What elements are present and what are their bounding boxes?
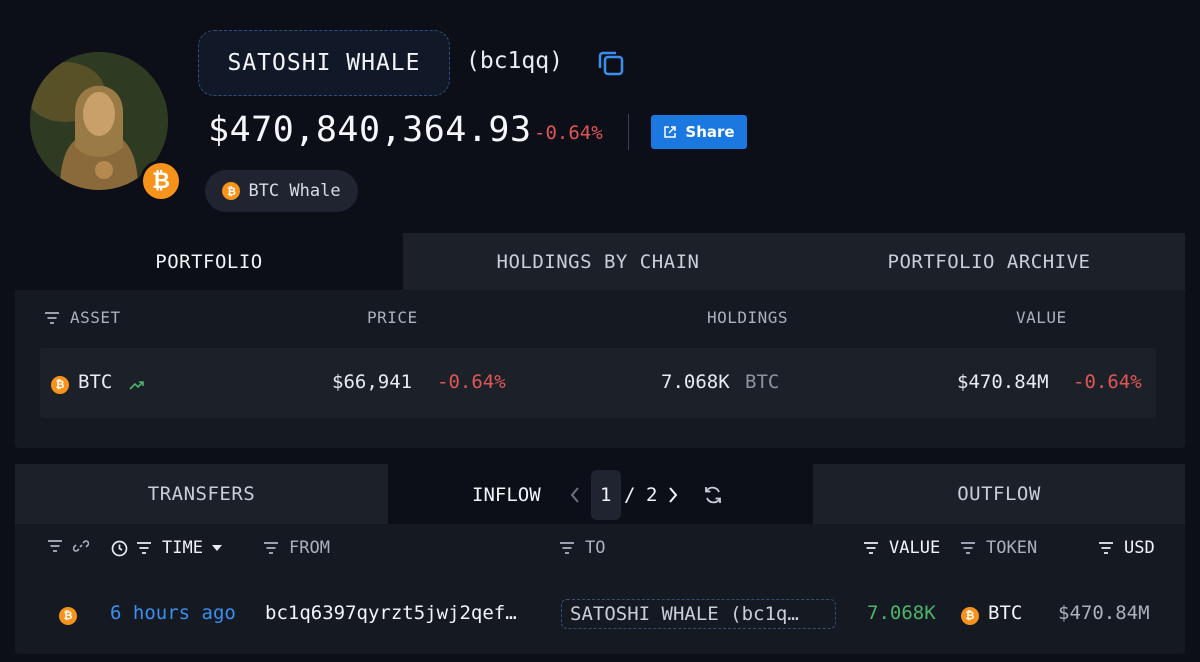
chevron-right-icon[interactable] bbox=[667, 486, 679, 508]
filter-icon bbox=[864, 542, 878, 554]
column-to[interactable]: TO bbox=[559, 538, 605, 558]
tab-holdings-by-chain[interactable]: HOLDINGS BY CHAIN bbox=[403, 233, 793, 290]
transfer-value: 7.068K bbox=[867, 602, 936, 624]
refresh-icon[interactable] bbox=[703, 485, 723, 509]
transfer-to[interactable]: SATOSHI WHALE (bc1q… bbox=[561, 599, 836, 629]
asset-price: $66,941 bbox=[332, 371, 413, 393]
link-icon bbox=[73, 540, 89, 552]
filter-icon bbox=[48, 540, 62, 552]
clock-icon bbox=[111, 540, 128, 556]
bitcoin-icon: ₿ bbox=[961, 604, 979, 625]
chevron-left-icon[interactable] bbox=[569, 486, 581, 508]
portfolio-tabs: PORTFOLIO HOLDINGS BY CHAIN PORTFOLIO AR… bbox=[15, 233, 1185, 290]
asset-holdings: 7.068K bbox=[661, 371, 730, 393]
page-separator: / bbox=[624, 484, 636, 506]
external-link-icon bbox=[664, 126, 677, 138]
asset-holdings-unit: BTC bbox=[745, 371, 780, 393]
column-to-label: TO bbox=[585, 538, 606, 558]
btc-row-icon: ₿ bbox=[51, 373, 69, 394]
page-total: 2 bbox=[646, 484, 658, 506]
transfer-token[interactable]: BTC bbox=[988, 602, 1022, 624]
transfer-chain-icon: ₿ bbox=[59, 604, 77, 625]
column-value-label: VALUE bbox=[889, 538, 941, 558]
tab-portfolio[interactable]: PORTFOLIO bbox=[15, 233, 403, 290]
tab-transfers[interactable]: TRANSFERS bbox=[15, 464, 388, 524]
entity-tag-label: BTC Whale bbox=[248, 181, 341, 201]
asset-value: $470.84M bbox=[957, 371, 1049, 393]
share-label: Share bbox=[685, 123, 735, 141]
bitcoin-badge-icon: ₿ bbox=[140, 160, 182, 202]
column-usd[interactable]: USD bbox=[1098, 538, 1155, 558]
column-time[interactable]: TIME bbox=[111, 538, 223, 558]
entity-name[interactable]: SATOSHI WHALE bbox=[198, 30, 450, 96]
entity-tag[interactable]: ₿ BTC Whale bbox=[205, 170, 358, 212]
column-holdings[interactable]: HOLDINGS bbox=[707, 308, 788, 327]
column-token-label: TOKEN bbox=[986, 538, 1038, 558]
transfer-time[interactable]: 6 hours ago bbox=[110, 602, 236, 624]
bitcoin-icon: ₿ bbox=[222, 182, 241, 200]
share-button[interactable]: Share bbox=[651, 115, 747, 149]
column-time-label: TIME bbox=[162, 538, 203, 558]
tab-portfolio-archive[interactable]: PORTFOLIO ARCHIVE bbox=[793, 233, 1185, 290]
tab-outflow[interactable]: OUTFLOW bbox=[813, 464, 1185, 524]
filter-icon bbox=[560, 542, 574, 554]
column-from-label: FROM bbox=[289, 538, 330, 558]
column-asset-label: ASSET bbox=[70, 308, 121, 327]
tab-inflow[interactable]: INFLOW bbox=[472, 484, 541, 506]
column-price[interactable]: PRICE bbox=[367, 308, 418, 327]
filter-icon bbox=[45, 311, 59, 324]
filter-link-header[interactable] bbox=[47, 538, 89, 554]
page-current: 1 bbox=[600, 484, 612, 506]
transfer-usd: $470.84M bbox=[1058, 602, 1150, 624]
column-usd-label: USD bbox=[1124, 538, 1155, 558]
balance-change: -0.64% bbox=[534, 122, 603, 144]
sort-down-icon bbox=[211, 545, 222, 551]
asset-value-change: -0.64% bbox=[1073, 371, 1142, 393]
column-value[interactable]: VALUE bbox=[1016, 308, 1067, 327]
filter-icon bbox=[961, 542, 975, 554]
asset-price-change: -0.64% bbox=[437, 371, 506, 393]
column-from[interactable]: FROM bbox=[263, 538, 330, 558]
copy-icon[interactable] bbox=[596, 48, 626, 78]
transfer-from[interactable]: bc1q6397qyrzt5jwj2qef… bbox=[265, 602, 517, 624]
header-divider bbox=[628, 114, 629, 150]
filter-icon bbox=[1099, 542, 1113, 554]
column-value[interactable]: VALUE bbox=[863, 538, 940, 558]
filter-icon bbox=[137, 542, 151, 554]
column-token[interactable]: TOKEN bbox=[960, 538, 1037, 558]
column-asset[interactable]: ASSET bbox=[44, 308, 121, 327]
asset-symbol[interactable]: BTC bbox=[78, 371, 112, 393]
filter-icon bbox=[264, 542, 278, 554]
total-balance: $470,840,364.93 bbox=[208, 110, 532, 150]
trend-up-icon bbox=[129, 376, 145, 395]
entity-address: (bc1qq) bbox=[466, 48, 563, 74]
